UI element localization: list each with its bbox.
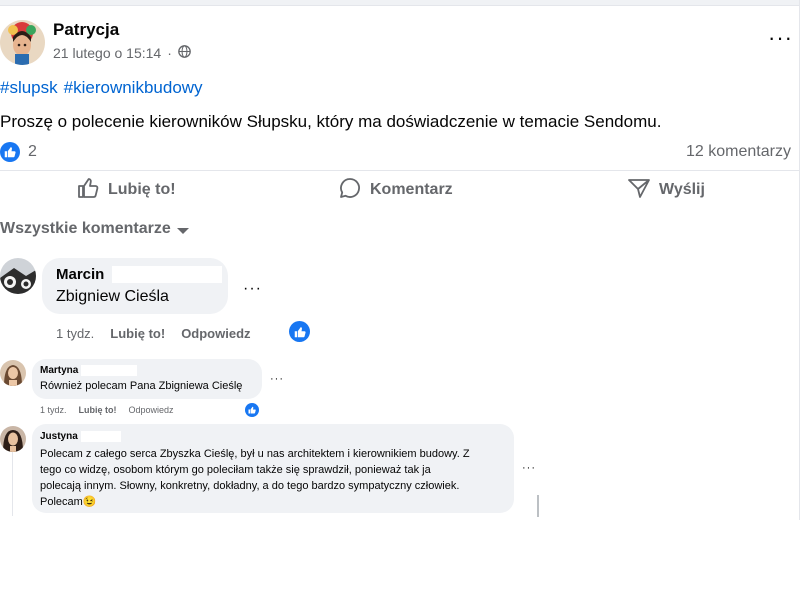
like-reaction-icon xyxy=(0,142,20,162)
commenter-avatar[interactable] xyxy=(0,258,36,294)
comment-time[interactable]: 1 tydz. xyxy=(56,326,94,341)
comment-more-button[interactable]: ··· xyxy=(243,280,262,298)
thread-line xyxy=(12,452,13,516)
commenter-name-text: Justyna xyxy=(40,431,78,442)
comments-filter-dropdown[interactable]: Wszystkie komentarze xyxy=(0,220,189,238)
comment-text-line: polecają innym. Słowny, konkretny, dokła… xyxy=(40,480,460,492)
comment-text-line: tego co widzę, osobom którym go poleciła… xyxy=(40,464,431,476)
commenter-name[interactable]: Marcin xyxy=(56,266,223,283)
post-more-button[interactable]: ··· xyxy=(768,27,793,49)
scrollbar-thumb[interactable] xyxy=(537,495,539,517)
comment-button-label: Komentarz xyxy=(370,181,453,198)
commenter-name[interactable]: Martyna xyxy=(40,365,138,376)
comments-count-link[interactable]: 12 komentarzy xyxy=(686,143,791,161)
comment-more-button[interactable]: ··· xyxy=(270,373,284,385)
author-avatar[interactable] xyxy=(0,20,45,65)
comment-like-link[interactable]: Lubię to! xyxy=(110,326,165,341)
comment-like-link[interactable]: Lubię to! xyxy=(79,405,117,415)
comment-time[interactable]: 1 tydz. xyxy=(40,405,67,415)
comment-reply-link[interactable]: Odpowiedz xyxy=(181,326,250,341)
reaction-summary[interactable]: 2 xyxy=(0,142,37,162)
globe-icon xyxy=(178,45,191,61)
post-date[interactable]: 21 lutego o 15:14 xyxy=(53,45,161,61)
comment-more-button[interactable]: ··· xyxy=(522,462,536,474)
wink-emoji: 😉 xyxy=(82,496,97,508)
top-border xyxy=(0,0,800,6)
post-text: Proszę o polecenie kierowników Słupsku, … xyxy=(0,112,662,131)
like-button[interactable]: Lubię to! xyxy=(76,176,176,204)
commenter-name-text: Martyna xyxy=(40,365,79,376)
comment-text: Również polecam Pana Zbigniewa Cieślę xyxy=(40,380,243,392)
commenter-avatar[interactable] xyxy=(0,426,26,452)
comment-text-line: Polecam z całego serca Zbyszka Cieślę, b… xyxy=(40,448,470,460)
caret-down-icon xyxy=(176,227,189,234)
commenter-name[interactable]: Justyna xyxy=(40,431,121,442)
comment-like-reaction-icon[interactable] xyxy=(245,403,259,417)
comment-like-reaction-icon[interactable] xyxy=(289,321,310,342)
hashtag-link[interactable]: #kierownikbudowy xyxy=(64,78,203,97)
comment-text-line-end: Polecam xyxy=(40,496,83,508)
actions-divider xyxy=(0,170,800,171)
comment-bubble-icon xyxy=(338,176,362,205)
send-icon xyxy=(627,176,651,205)
hashtag-link[interactable]: #slupsk xyxy=(0,78,58,97)
post-meta: 21 lutego o 15:14 · xyxy=(53,45,191,61)
meta-separator: · xyxy=(167,45,172,61)
comment-reply-link[interactable]: Odpowiedz xyxy=(129,405,174,415)
comment-button[interactable]: Komentarz xyxy=(338,176,453,204)
share-button-label: Wyślij xyxy=(659,181,705,198)
like-button-label: Lubię to! xyxy=(108,181,176,198)
comments-filter-label: Wszystkie komentarze xyxy=(0,220,171,237)
comment-text: Zbigniew Cieśla xyxy=(56,288,169,305)
post-hashtags: #slupsk #kierownikbudowy xyxy=(0,78,209,98)
thumbs-up-icon xyxy=(76,176,100,205)
comment-actions: 1 tydz. Lubię to! Odpowiedz xyxy=(40,405,174,415)
comment-text: Polecam z całego serca Zbyszka Cieślę, b… xyxy=(40,446,470,510)
redacted-surname xyxy=(80,431,121,442)
post-author-name[interactable]: Patrycja xyxy=(53,20,119,40)
comment-text-line: Polecam😉 xyxy=(40,494,470,510)
redacted-surname xyxy=(81,365,138,376)
comment-actions: 1 tydz. Lubię to! Odpowiedz xyxy=(56,326,251,341)
redacted-surname xyxy=(112,266,223,283)
share-button[interactable]: Wyślij xyxy=(627,176,705,204)
reaction-count: 2 xyxy=(28,143,37,160)
commenter-name-text: Marcin xyxy=(56,266,105,283)
commenter-avatar[interactable] xyxy=(0,360,26,386)
